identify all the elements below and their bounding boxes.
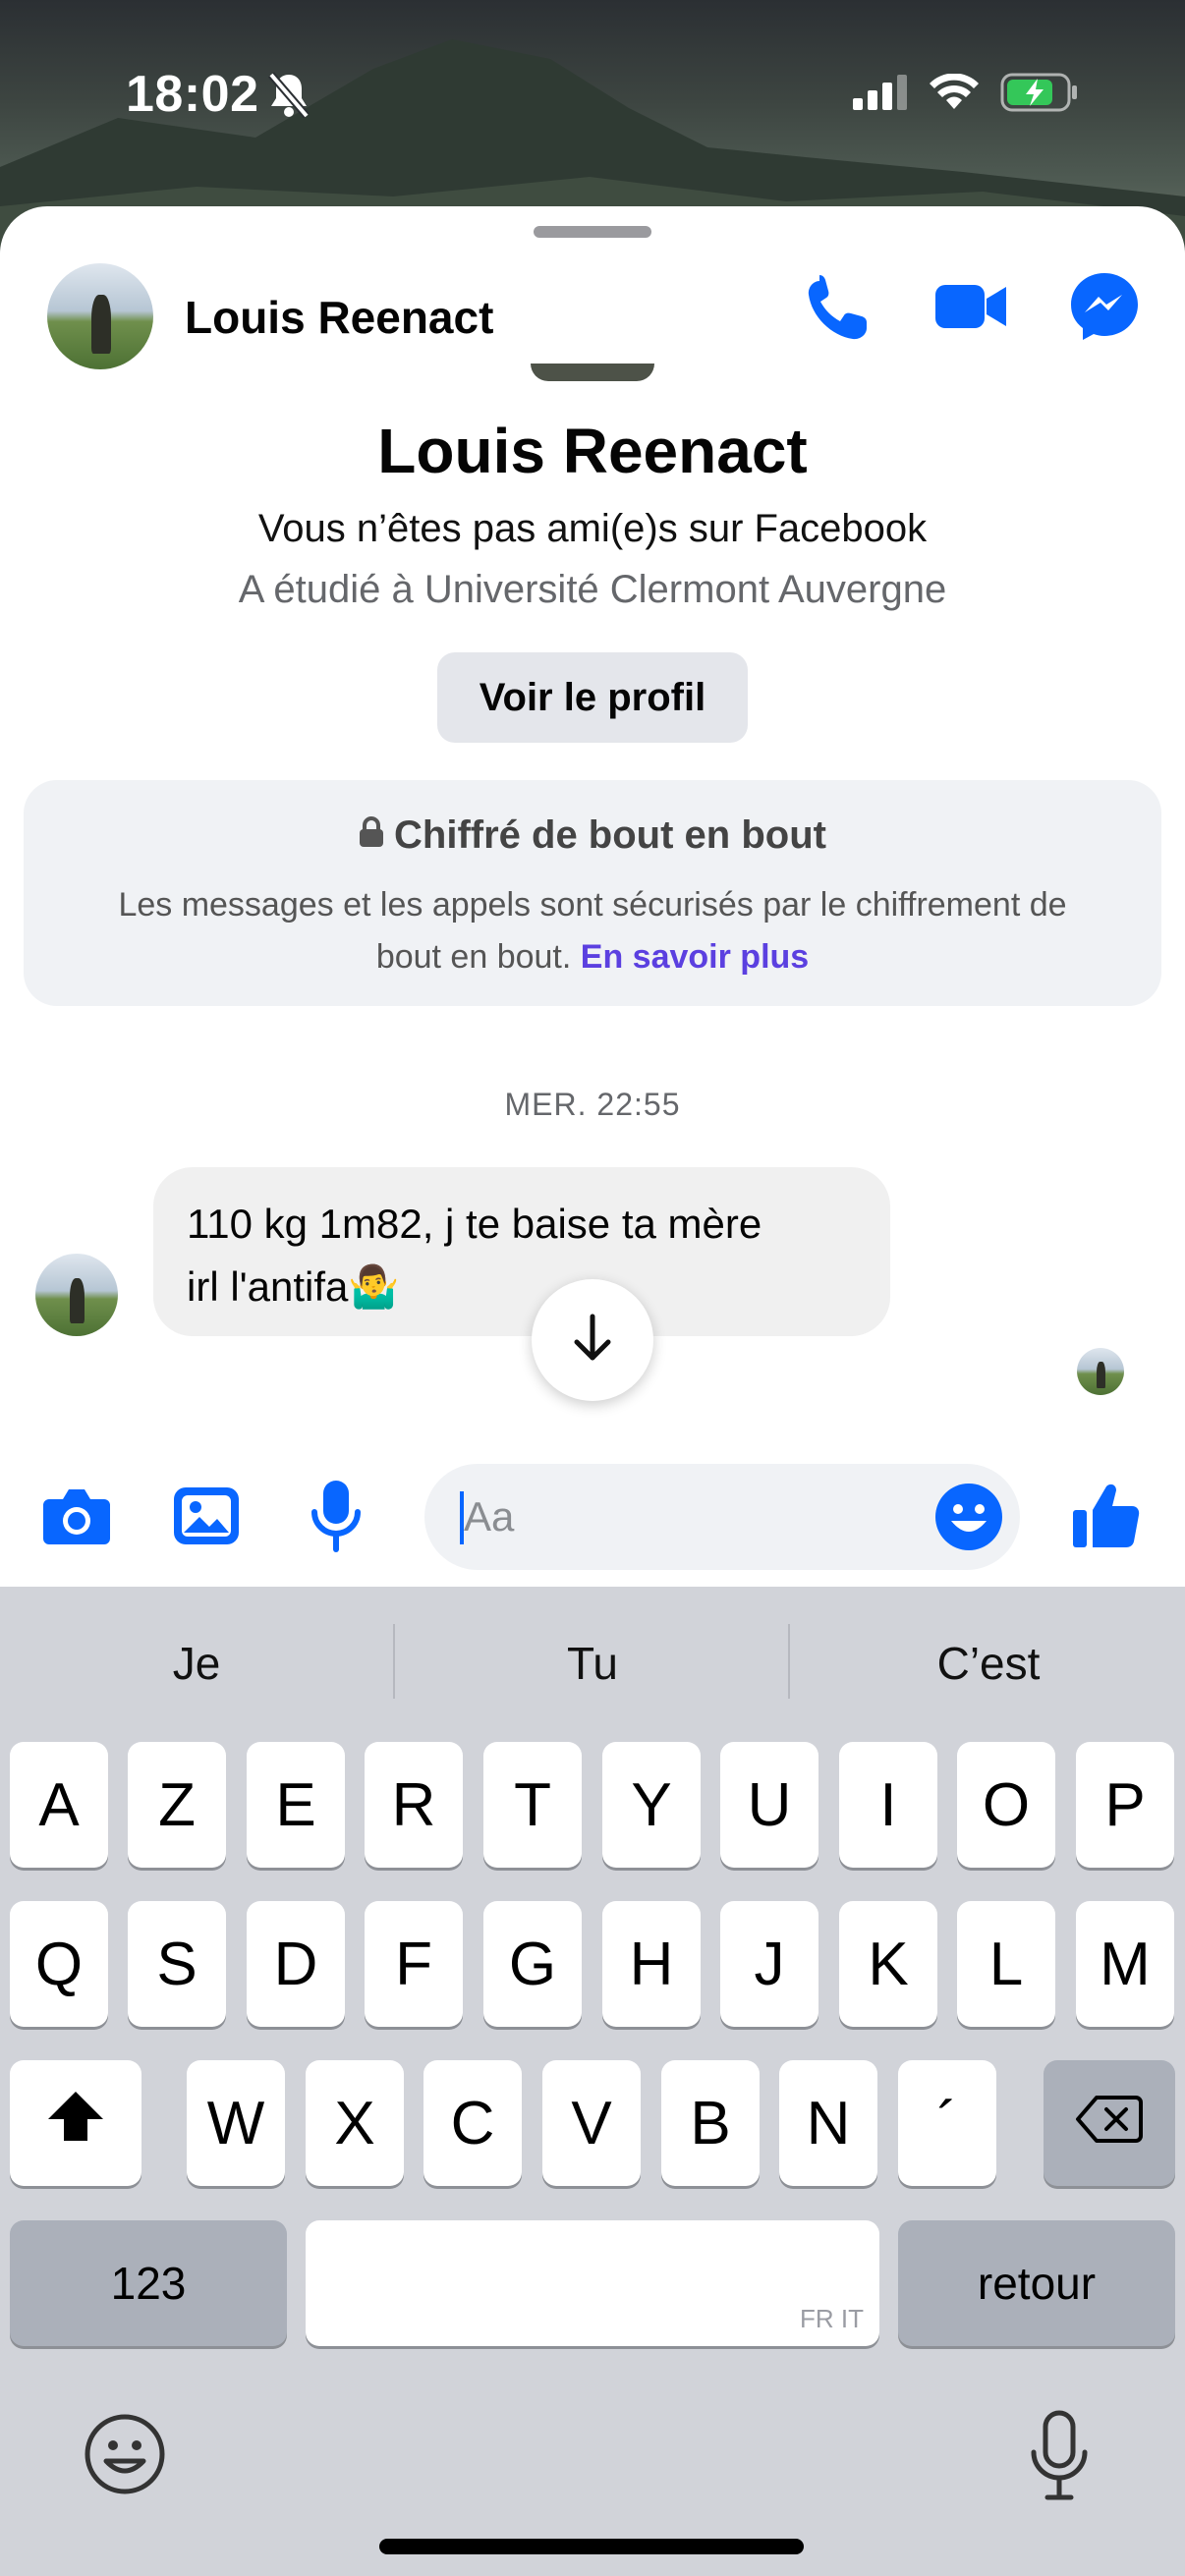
message-text-line1: 110 kg 1m82, j te baise ta mère: [187, 1201, 762, 1247]
key-e[interactable]: E: [247, 1742, 345, 1868]
video-call-icon[interactable]: [933, 269, 1008, 344]
message-bubble[interactable]: 110 kg 1m82, j te baise ta mère irl l'an…: [153, 1167, 890, 1336]
message-input[interactable]: [464, 1487, 916, 1546]
key-m[interactable]: M: [1076, 1901, 1174, 2027]
battery-charging-icon: [1000, 73, 1079, 117]
suggestion-divider: [788, 1624, 790, 1699]
lock-icon: [359, 813, 384, 858]
key-p[interactable]: P: [1076, 1742, 1174, 1868]
key-i[interactable]: I: [839, 1742, 937, 1868]
message-input-container: [424, 1464, 1020, 1570]
key-b[interactable]: B: [661, 2060, 760, 2186]
key-f[interactable]: F: [365, 1901, 463, 2027]
keyboard: Je Tu C’est A Z E R T Y U I O P Q S D F …: [0, 1587, 1185, 2576]
encryption-notice: Chiffré de bout en bout Les messages et …: [24, 780, 1161, 1006]
encryption-body: Les messages et les appels sont sécurisé…: [52, 879, 1133, 983]
key-y[interactable]: Y: [602, 1742, 701, 1868]
space-key[interactable]: FR IT: [306, 2220, 879, 2346]
key-j[interactable]: J: [720, 1901, 818, 2027]
key-s[interactable]: S: [128, 1901, 226, 2027]
predictive-bar: Je Tu C’est: [0, 1587, 1185, 1744]
key-r[interactable]: R: [365, 1742, 463, 1868]
key-u[interactable]: U: [720, 1742, 818, 1868]
key-t[interactable]: T: [483, 1742, 582, 1868]
status-icons: [853, 65, 1079, 124]
conversation-sheet: Louis Reenact Louis Reenact Vous n’êtes …: [0, 206, 1185, 1587]
key-x[interactable]: X: [306, 2060, 404, 2186]
encryption-title-text: Chiffré de bout en bout: [394, 813, 826, 857]
message-text-line2: irl l'antifa🤷‍♂️: [187, 1263, 400, 1310]
keyboard-language-label: FR IT: [800, 2304, 864, 2333]
arrow-down-icon: [569, 1313, 616, 1369]
suggestion-divider: [393, 1624, 395, 1699]
camera-icon[interactable]: [39, 1479, 114, 1553]
suggestion-3[interactable]: C’est: [792, 1624, 1185, 1703]
key-z[interactable]: Z: [128, 1742, 226, 1868]
chat-header: Louis Reenact: [0, 253, 1185, 371]
wifi-icon: [930, 72, 979, 116]
backspace-icon: [1075, 2089, 1144, 2158]
cellular-signal-icon: [853, 74, 908, 115]
key-h[interactable]: H: [602, 1901, 701, 2027]
friendship-status: Vous n’êtes pas ami(e)s sur Facebook: [257, 507, 928, 550]
suggestion-2[interactable]: Tu: [396, 1624, 789, 1703]
key-o[interactable]: O: [957, 1742, 1055, 1868]
emoji-icon[interactable]: [933, 1482, 1004, 1552]
key-acute-accent[interactable]: ´: [898, 2060, 996, 2186]
encryption-title: Chiffré de bout en bout: [24, 813, 1161, 858]
microphone-icon[interactable]: [299, 1479, 373, 1553]
shift-key[interactable]: [10, 2060, 141, 2186]
status-time: 18:02: [126, 66, 259, 123]
encryption-body-line2: bout en bout.: [375, 938, 572, 976]
sheet-grabber[interactable]: [534, 226, 651, 238]
education-info: A étudié à Université Clermont Auvergne: [238, 568, 947, 611]
key-k[interactable]: K: [839, 1901, 937, 2027]
numbers-key[interactable]: 123: [10, 2220, 287, 2346]
profile-name: Louis Reenact: [377, 416, 808, 486]
view-profile-button[interactable]: Voir le profil: [437, 652, 748, 743]
key-c[interactable]: C: [423, 2060, 522, 2186]
bell-muted-icon: [267, 71, 310, 119]
message-composer: [0, 1449, 1185, 1587]
dictation-mic-icon[interactable]: [1024, 2409, 1095, 2503]
home-indicator[interactable]: [379, 2539, 804, 2554]
sender-avatar[interactable]: [35, 1254, 118, 1336]
photo-gallery-icon[interactable]: [169, 1479, 244, 1553]
key-q[interactable]: Q: [10, 1901, 108, 2027]
seen-indicator-avatar: [1077, 1348, 1124, 1395]
message-timestamp: MER. 22:55: [504, 1087, 681, 1122]
key-w[interactable]: W: [187, 2060, 285, 2186]
key-l[interactable]: L: [957, 1901, 1055, 2027]
contact-name[interactable]: Louis Reenact: [185, 291, 493, 344]
key-a[interactable]: A: [10, 1742, 108, 1868]
learn-more-link[interactable]: En savoir plus: [581, 938, 809, 976]
scroll-to-bottom-button[interactable]: [532, 1279, 653, 1401]
phone-icon[interactable]: [800, 269, 875, 344]
delete-key[interactable]: [1044, 2060, 1175, 2186]
like-icon[interactable]: [1069, 1479, 1144, 1553]
profile-avatar-partial: [531, 364, 654, 381]
keyboard-emoji-icon[interactable]: [83, 2412, 167, 2496]
key-n[interactable]: N: [779, 2060, 877, 2186]
header-actions: [800, 269, 1142, 344]
key-v[interactable]: V: [542, 2060, 641, 2186]
return-key[interactable]: retour: [898, 2220, 1175, 2346]
shift-arrow-icon: [44, 2088, 107, 2159]
avatar[interactable]: [47, 263, 153, 369]
suggestion-1[interactable]: Je: [0, 1624, 393, 1703]
encryption-body-line1: Les messages et les appels sont sécurisé…: [118, 886, 1067, 924]
key-d[interactable]: D: [247, 1901, 345, 2027]
key-g[interactable]: G: [483, 1901, 582, 2027]
messenger-icon[interactable]: [1067, 269, 1142, 344]
